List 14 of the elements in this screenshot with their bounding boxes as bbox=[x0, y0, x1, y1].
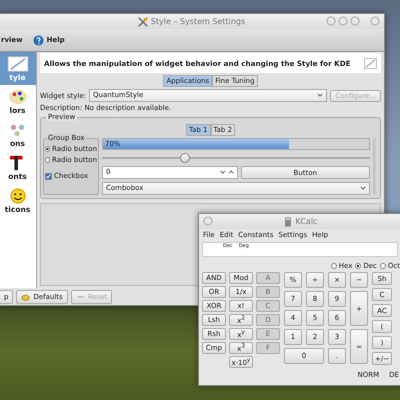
style-icon bbox=[364, 58, 377, 68]
window-controls-icon[interactable] bbox=[203, 216, 213, 226]
close-icon[interactable] bbox=[370, 16, 380, 26]
calculator-icon bbox=[282, 216, 293, 226]
window-controls-icon[interactable] bbox=[326, 16, 362, 26]
style-icon bbox=[6, 56, 28, 72]
scrollbar[interactable] bbox=[373, 138, 378, 195]
window-title: KCalc bbox=[296, 217, 318, 226]
window-title: Style – System Settings bbox=[150, 17, 246, 26]
slider-handle[interactable] bbox=[180, 153, 190, 163]
tools-icon bbox=[138, 16, 148, 26]
palette-icon bbox=[6, 88, 28, 104]
spin-arrows-icon bbox=[220, 170, 234, 174]
help-icon bbox=[32, 34, 44, 46]
